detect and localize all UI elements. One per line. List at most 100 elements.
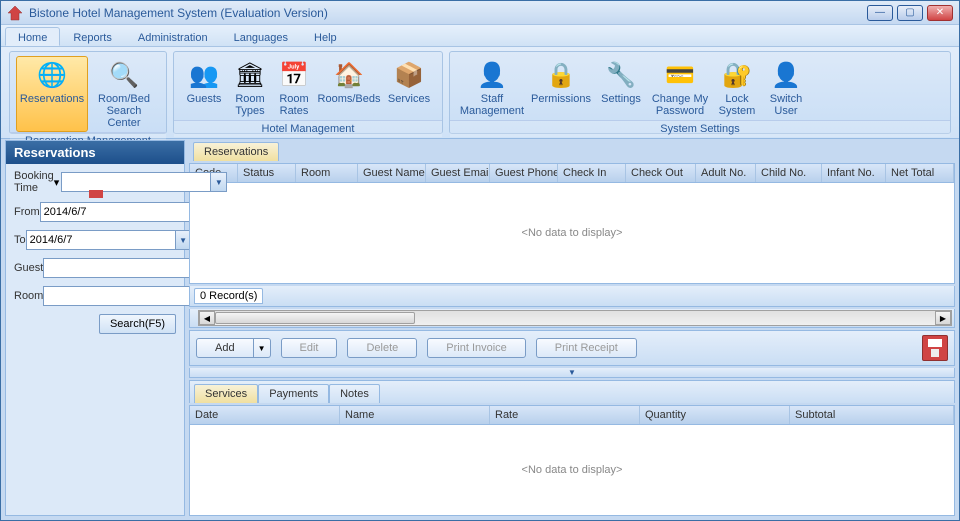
guest-input[interactable]	[43, 258, 193, 278]
titlebar: Bistone Hotel Management System (Evaluat…	[1, 1, 959, 25]
col-check-out[interactable]: Check Out	[626, 164, 696, 182]
guests-icon: 👥	[188, 59, 220, 91]
maximize-button[interactable]: ▢	[897, 5, 923, 21]
minimize-button[interactable]: —	[867, 5, 893, 21]
edit-button[interactable]: Edit	[281, 338, 338, 358]
building-icon: 🏛	[234, 59, 266, 91]
ribbon-btn-reservations[interactable]: 🌐 Reservations	[16, 56, 88, 132]
col-infant-no[interactable]: Infant No.	[822, 164, 886, 182]
menu-tab-reports[interactable]: Reports	[60, 27, 125, 46]
add-dropdown-button[interactable]: ▼	[254, 338, 271, 358]
col-guest-phone[interactable]: Guest Phone	[490, 164, 558, 182]
menubar: Home Reports Administration Languages He…	[1, 25, 959, 47]
scroll-left-button[interactable]: ◀	[199, 311, 215, 325]
ribbon-btn-settings[interactable]: 🔧Settings	[594, 56, 648, 120]
from-label: From	[14, 206, 40, 218]
app-window: Bistone Hotel Management System (Evaluat…	[0, 0, 960, 521]
ribbon-btn-permissions[interactable]: 🔒Permissions	[528, 56, 594, 120]
ribbon: 🌐 Reservations 🔍 Room/Bed Search Center …	[1, 47, 959, 139]
collapse-handle[interactable]: ▼	[189, 368, 955, 378]
ribbon-btn-change-password[interactable]: 💳Change My Password	[648, 56, 712, 120]
ribbon-btn-staff-management[interactable]: 👤Staff Management	[456, 56, 528, 120]
menu-tab-help[interactable]: Help	[301, 27, 350, 46]
record-count: 0 Record(s)	[194, 288, 263, 304]
calendar-icon: 📅	[278, 59, 310, 91]
col-guest-email[interactable]: Guest Email	[426, 164, 490, 182]
sidebar: Reservations Booking Time ▾ ▼ From ▼	[5, 140, 185, 516]
col-quantity[interactable]: Quantity	[640, 406, 790, 424]
col-rate[interactable]: Rate	[490, 406, 640, 424]
tab-payments[interactable]: Payments	[258, 384, 329, 403]
from-date-input[interactable]	[40, 202, 190, 222]
room-label: Room	[14, 290, 43, 302]
ribbon-btn-rooms-beds[interactable]: 🏠Rooms/Beds	[316, 56, 382, 120]
reservations-grid-header: Code Status Room Guest Name Guest Email …	[190, 164, 954, 183]
lock-icon: 🔒	[545, 59, 577, 91]
tab-notes[interactable]: Notes	[329, 384, 380, 403]
ribbon-group-system-settings: 👤Staff Management 🔒Permissions 🔧Settings…	[449, 51, 951, 134]
search-house-icon: 🔍	[108, 59, 140, 91]
col-name[interactable]: Name	[340, 406, 490, 424]
reservations-empty-text: <No data to display>	[190, 183, 954, 283]
col-net-total[interactable]: Net Total	[886, 164, 954, 182]
guest-label: Guest	[14, 262, 43, 274]
ribbon-btn-switch-user[interactable]: 👤Switch User	[762, 56, 810, 120]
main-panel: Reservations Code Status Room Guest Name…	[189, 140, 955, 516]
add-button[interactable]: Add	[196, 338, 254, 358]
tab-services[interactable]: Services	[194, 384, 258, 403]
window-title: Bistone Hotel Management System (Evaluat…	[29, 6, 867, 20]
print-receipt-button[interactable]: Print Receipt	[536, 338, 637, 358]
scroll-thumb[interactable]	[215, 312, 415, 324]
marker-icon	[89, 190, 103, 198]
ribbon-btn-guests[interactable]: 👥Guests	[180, 56, 228, 120]
ribbon-btn-room-bed-search[interactable]: 🔍 Room/Bed Search Center	[88, 56, 160, 132]
to-date-input[interactable]	[26, 230, 176, 250]
ribbon-btn-room-types[interactable]: 🏛Room Types	[228, 56, 272, 120]
col-room[interactable]: Room	[296, 164, 358, 182]
sidebar-title: Reservations	[6, 141, 184, 164]
switch-user-icon: 👤	[770, 59, 802, 91]
app-icon	[7, 5, 23, 21]
menu-tab-languages[interactable]: Languages	[221, 27, 301, 46]
card-icon: 💳	[664, 59, 696, 91]
horizontal-scrollbar[interactable]: ◀ ▶	[198, 310, 952, 326]
wrench-icon: 🔧	[605, 59, 637, 91]
menu-tab-administration[interactable]: Administration	[125, 27, 221, 46]
col-date[interactable]: Date	[190, 406, 340, 424]
ribbon-btn-services[interactable]: 📦Services	[382, 56, 436, 120]
booking-time-label: Booking Time	[14, 170, 54, 194]
reservations-scroll-strip: ◀ ▶	[189, 309, 955, 328]
booking-time-select[interactable]	[61, 172, 211, 192]
services-empty-text: <No data to display>	[190, 425, 954, 515]
reservations-tab-row: Reservations	[189, 140, 955, 161]
padlock-icon: 🔐	[721, 59, 753, 91]
reservations-grid: Code Status Room Guest Name Guest Email …	[189, 163, 955, 284]
close-button[interactable]: ✕	[927, 5, 953, 21]
globe-icon: 🌐	[36, 59, 68, 91]
services-grid: Date Name Rate Quantity Subtotal <No dat…	[189, 405, 955, 516]
menu-tab-home[interactable]: Home	[5, 27, 60, 46]
booking-time-dropdown-button[interactable]: ▼	[211, 172, 227, 192]
ribbon-btn-room-rates[interactable]: 📅Room Rates	[272, 56, 316, 120]
reservations-status-strip: 0 Record(s)	[189, 286, 955, 307]
services-grid-header: Date Name Rate Quantity Subtotal	[190, 406, 954, 425]
tab-reservations[interactable]: Reservations	[193, 142, 279, 161]
col-guest-name[interactable]: Guest Name	[358, 164, 426, 182]
delete-button[interactable]: Delete	[347, 338, 417, 358]
room-input[interactable]	[43, 286, 193, 306]
col-check-in[interactable]: Check In	[558, 164, 626, 182]
col-child-no[interactable]: Child No.	[756, 164, 822, 182]
print-invoice-button[interactable]: Print Invoice	[427, 338, 526, 358]
ribbon-btn-lock-system[interactable]: 🔐Lock System	[712, 56, 762, 120]
scroll-right-button[interactable]: ▶	[935, 311, 951, 325]
col-adult-no[interactable]: Adult No.	[696, 164, 756, 182]
box-icon: 📦	[393, 59, 425, 91]
ribbon-group-hotel-management: 👥Guests 🏛Room Types 📅Room Rates 🏠Rooms/B…	[173, 51, 443, 134]
save-icon[interactable]	[922, 335, 948, 361]
col-status[interactable]: Status	[238, 164, 296, 182]
action-bar: Add ▼ Edit Delete Print Invoice Print Re…	[189, 330, 955, 366]
to-label: To	[14, 234, 26, 246]
col-subtotal[interactable]: Subtotal	[790, 406, 954, 424]
house-icon: 🏠	[333, 59, 365, 91]
search-button[interactable]: Search(F5)	[99, 314, 176, 334]
